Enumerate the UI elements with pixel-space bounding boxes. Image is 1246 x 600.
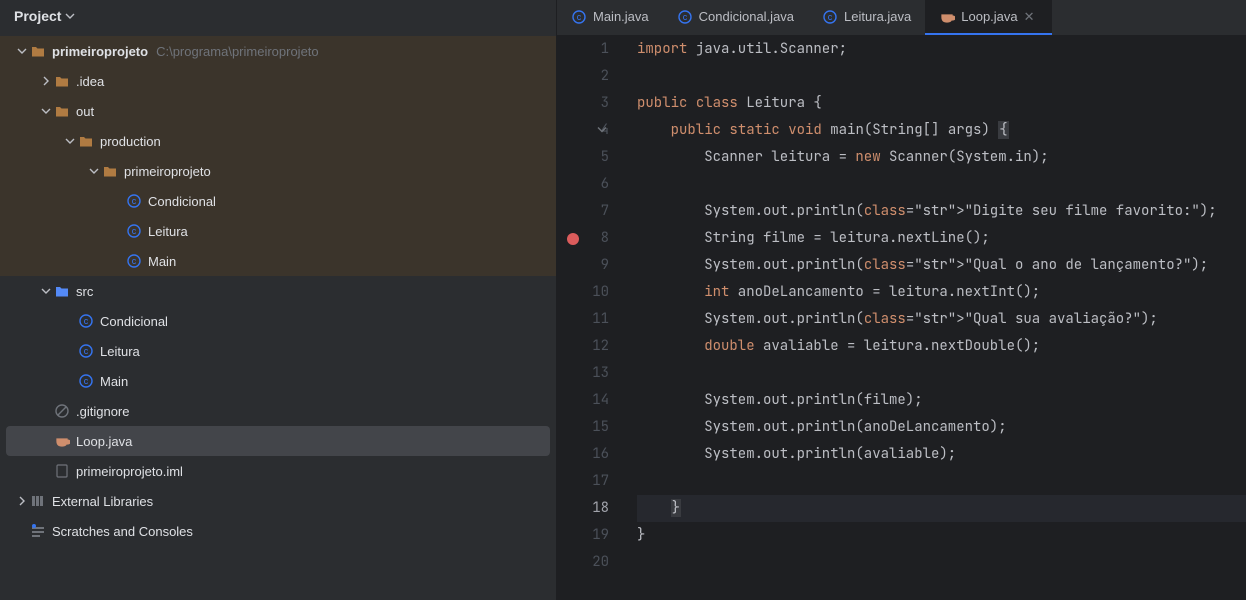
tree-item-iml[interactable]: primeiroprojeto.iml bbox=[0, 456, 556, 486]
tree-item-leitura[interactable]: c Leitura bbox=[0, 216, 556, 246]
tree-item-production[interactable]: production bbox=[0, 126, 556, 156]
tree-item-src-leitura[interactable]: c Leitura bbox=[0, 336, 556, 366]
folder-icon bbox=[103, 164, 117, 178]
tree-label: Condicional bbox=[100, 314, 168, 329]
sidebar-title[interactable]: Project bbox=[0, 0, 556, 32]
tab-main[interactable]: c Main.java bbox=[557, 0, 663, 35]
tree-item-out[interactable]: out bbox=[0, 96, 556, 126]
svg-text:c: c bbox=[577, 12, 582, 22]
tree-label: Loop.java bbox=[76, 434, 132, 449]
tab-label: Leitura.java bbox=[844, 9, 911, 24]
fold-icon[interactable] bbox=[597, 117, 607, 144]
project-tree: primeiroprojeto C:\programa\primeiroproj… bbox=[0, 32, 556, 600]
class-icon: c bbox=[78, 313, 94, 329]
class-icon: c bbox=[677, 9, 693, 25]
tree-label: External Libraries bbox=[52, 494, 153, 509]
tree-label: Condicional bbox=[148, 194, 216, 209]
folder-icon bbox=[55, 104, 69, 118]
tab-loop[interactable]: Loop.java ✕ bbox=[925, 0, 1051, 35]
editor-gutter[interactable]: 1234567891011121314151617181920 bbox=[557, 36, 627, 600]
tree-item-scratches[interactable]: Scratches and Consoles bbox=[0, 516, 556, 546]
class-icon: c bbox=[126, 193, 142, 209]
tree-label: Main bbox=[100, 374, 128, 389]
library-icon bbox=[31, 494, 45, 508]
tree-label: primeiroprojeto.iml bbox=[76, 464, 183, 479]
file-icon bbox=[55, 464, 69, 478]
tab-condicional[interactable]: c Condicional.java bbox=[663, 0, 808, 35]
tree-root[interactable]: primeiroprojeto C:\programa\primeiroproj… bbox=[0, 36, 556, 66]
project-sidebar: Project primeiroprojeto C:\programa\prim… bbox=[0, 0, 557, 600]
chevron-down-icon bbox=[65, 11, 75, 21]
svg-text:c: c bbox=[84, 376, 89, 386]
tree-label: Leitura bbox=[148, 224, 188, 239]
breakpoint-icon[interactable] bbox=[567, 233, 579, 245]
sidebar-title-label: Project bbox=[14, 8, 61, 24]
close-icon[interactable]: ✕ bbox=[1024, 9, 1038, 25]
chevron-down-icon bbox=[17, 46, 27, 56]
chevron-down-icon bbox=[41, 106, 51, 116]
folder-icon bbox=[31, 44, 45, 58]
editor-pane: c Main.java c Condicional.java c Leitura… bbox=[557, 0, 1246, 600]
tree-item-external[interactable]: External Libraries bbox=[0, 486, 556, 516]
folder-icon bbox=[55, 74, 69, 88]
tree-item-loop[interactable]: Loop.java bbox=[6, 426, 550, 456]
class-icon: c bbox=[571, 9, 587, 25]
tree-label: primeiroprojeto bbox=[124, 164, 211, 179]
svg-text:c: c bbox=[84, 316, 89, 326]
chevron-right-icon bbox=[17, 496, 27, 506]
tree-label: .gitignore bbox=[76, 404, 129, 419]
tree-item-main[interactable]: c Main bbox=[0, 246, 556, 276]
tree-label: Leitura bbox=[100, 344, 140, 359]
gitignore-icon bbox=[55, 404, 69, 418]
tab-label: Main.java bbox=[593, 9, 649, 24]
tree-item-prjfolder[interactable]: primeiroprojeto bbox=[0, 156, 556, 186]
svg-text:c: c bbox=[132, 196, 137, 206]
editor-body[interactable]: 1234567891011121314151617181920 import j… bbox=[557, 36, 1246, 600]
tab-leitura[interactable]: c Leitura.java bbox=[808, 0, 925, 35]
svg-text:c: c bbox=[132, 256, 137, 266]
chevron-right-icon bbox=[41, 76, 51, 86]
tree-item-condicional[interactable]: c Condicional bbox=[0, 186, 556, 216]
svg-text:c: c bbox=[682, 12, 687, 22]
editor-tabs: c Main.java c Condicional.java c Leitura… bbox=[557, 0, 1246, 36]
tree-root-path: C:\programa\primeiroprojeto bbox=[156, 44, 319, 59]
tree-label: out bbox=[76, 104, 94, 119]
tree-item-src-condicional[interactable]: c Condicional bbox=[0, 306, 556, 336]
class-icon: c bbox=[126, 253, 142, 269]
tree-item-gitignore[interactable]: .gitignore bbox=[0, 396, 556, 426]
class-icon: c bbox=[822, 9, 838, 25]
svg-text:c: c bbox=[828, 12, 833, 22]
class-icon: c bbox=[126, 223, 142, 239]
folder-icon bbox=[79, 134, 93, 148]
tree-label: Main bbox=[148, 254, 176, 269]
folder-icon bbox=[55, 284, 69, 298]
svg-text:c: c bbox=[84, 346, 89, 356]
tab-label: Condicional.java bbox=[699, 9, 794, 24]
tree-label: src bbox=[76, 284, 93, 299]
chevron-down-icon bbox=[65, 136, 75, 146]
editor-code[interactable]: import java.util.Scanner;public class Le… bbox=[627, 36, 1246, 600]
tree-item-idea[interactable]: .idea bbox=[0, 66, 556, 96]
java-icon bbox=[939, 9, 955, 25]
tree-label: Scratches and Consoles bbox=[52, 524, 193, 539]
chevron-down-icon bbox=[41, 286, 51, 296]
scratches-icon bbox=[31, 524, 45, 538]
svg-text:c: c bbox=[132, 226, 137, 236]
tree-label: production bbox=[100, 134, 161, 149]
tab-label: Loop.java bbox=[961, 9, 1017, 24]
class-icon: c bbox=[78, 343, 94, 359]
tree-item-src[interactable]: src bbox=[0, 276, 556, 306]
java-icon bbox=[54, 433, 70, 449]
tree-item-src-main[interactable]: c Main bbox=[0, 366, 556, 396]
chevron-down-icon bbox=[89, 166, 99, 176]
tree-root-label: primeiroprojeto bbox=[52, 44, 148, 59]
class-icon: c bbox=[78, 373, 94, 389]
tree-label: .idea bbox=[76, 74, 104, 89]
